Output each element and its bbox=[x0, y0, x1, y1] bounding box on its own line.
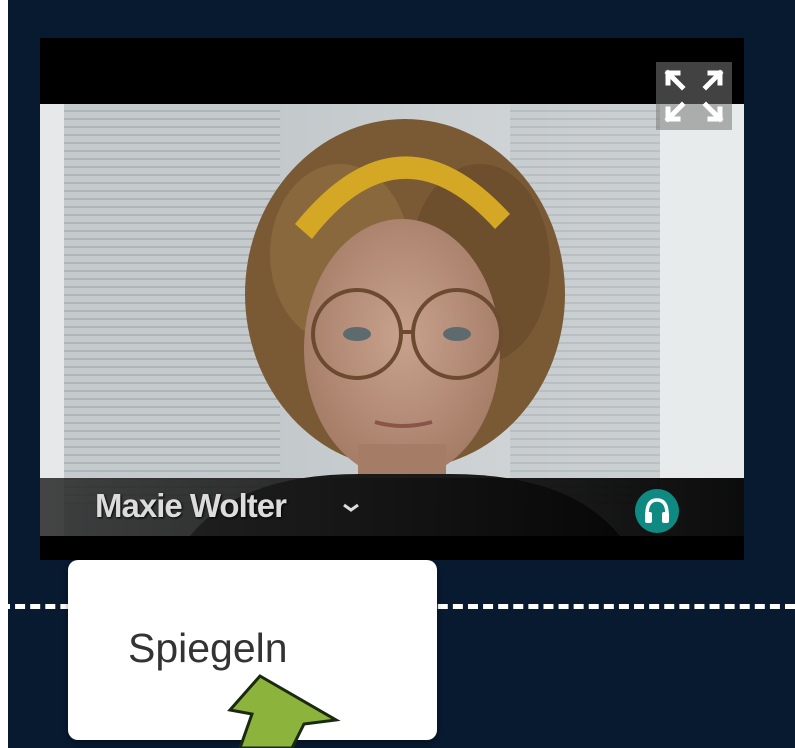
video-tile[interactable]: Maxie Wolter bbox=[40, 38, 744, 560]
expand-icon bbox=[664, 69, 724, 123]
fullscreen-button[interactable] bbox=[656, 62, 732, 130]
left-edge-strip bbox=[0, 0, 8, 748]
video-image bbox=[40, 104, 744, 536]
menu-item-spiegeln[interactable]: Spiegeln bbox=[128, 624, 288, 672]
arrow-annotation bbox=[227, 674, 341, 748]
chevron-down-icon[interactable] bbox=[342, 500, 360, 514]
headset-badge bbox=[635, 489, 679, 533]
video-feed bbox=[40, 104, 744, 536]
participant-name[interactable]: Maxie Wolter bbox=[95, 486, 287, 526]
screen: Maxie Wolter Spiegeln bbox=[0, 0, 795, 748]
headset-icon bbox=[645, 498, 669, 523]
